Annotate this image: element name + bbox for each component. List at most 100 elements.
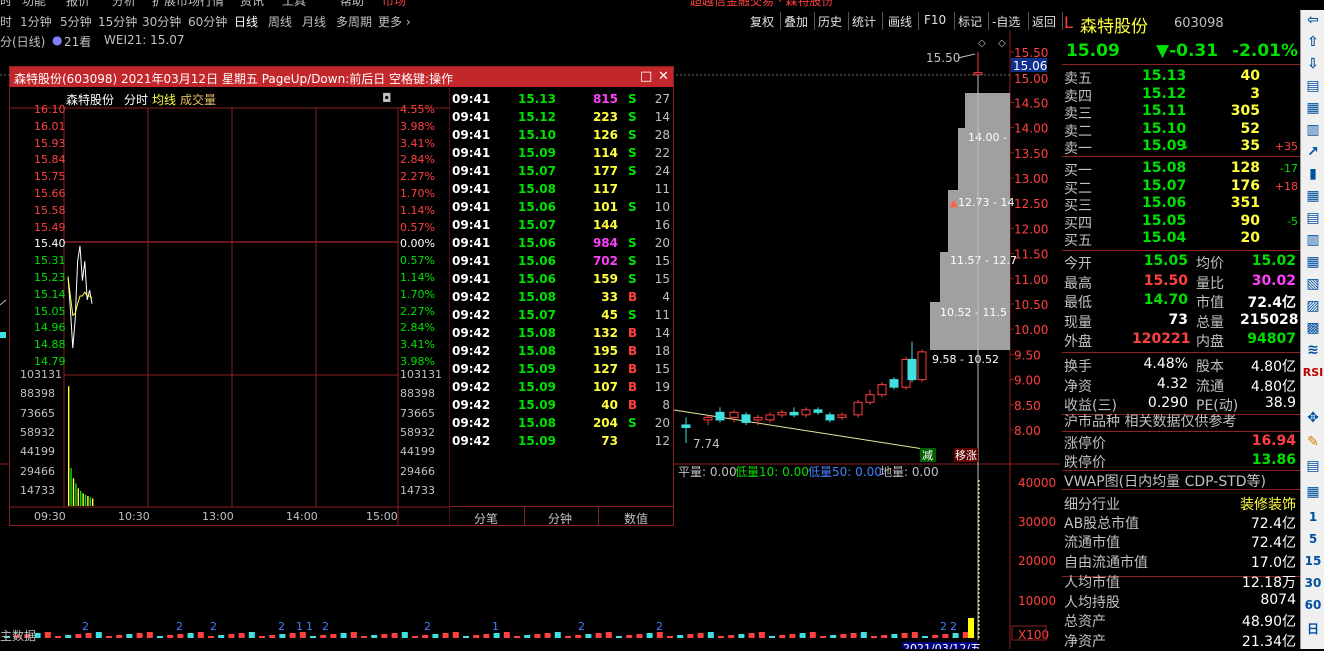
icon-sidebar: ⇦ ⇧ ⇩ ▤ ▦ ▥ ↗ ▮ ▦ ▤ ▥ ▦ ▧ ▨ ▩ ≋ RSI ✥ ✎ ▤ ▦ 1 5 15 30 60 日 [1300,10,1324,649]
period-shortcut[interactable]: 日 [1301,620,1324,637]
maximize-icon[interactable]: □ [640,69,652,84]
toolbar-button[interactable]: 复权 [750,13,774,30]
menu-item[interactable]: 帮助 [340,0,364,9]
period-tab[interactable]: 周线 [268,13,292,30]
tick-row[interactable]: 09:42 15.07 45 S 11 [450,306,673,324]
tick-row[interactable]: 09:42 15.08 33 B 4 [450,288,673,306]
period-tab[interactable]: 60分钟 [188,13,227,30]
period-tab[interactable]: 时 [0,13,12,30]
toolbar-icon[interactable]: ▦ [1301,100,1324,116]
period-tab[interactable]: 30分钟 [142,13,181,30]
period-shortcut[interactable]: 5 [1301,532,1324,546]
toolbar-button[interactable]: 历史 [818,13,842,30]
menu-item[interactable]: 超越信金融交易 · 森特股份 [690,0,833,9]
tick-row[interactable]: 09:41 15.08 117 11 [450,180,673,198]
tick-row[interactable]: 09:42 15.09 127 B 15 [450,360,673,378]
tick-list[interactable]: 09:41 15.13 815 S 27 09:41 15.12 223 S 14 09:41 15.… [450,88,673,506]
toolbar-icon[interactable]: ▤ [1301,210,1324,226]
period-tab[interactable]: 1分钟 [20,13,52,30]
toolbar-icon[interactable]: ▥ [1301,232,1324,248]
period-tab[interactable]: 5分钟 [60,13,92,30]
grid-icon[interactable]: ▦ [1301,484,1324,500]
period-shortcut[interactable]: 60 [1301,598,1324,612]
panel-divider [1062,250,1300,251]
menu-item[interactable]: 分析 [112,0,136,9]
period-tab[interactable]: 月线 [302,13,326,30]
intraday-chart[interactable] [10,67,450,525]
fund-value: 4.32 [1156,375,1188,392]
tab-shuzhi[interactable]: 数值 [624,510,648,527]
menu-item[interactable]: 工具 [282,0,306,9]
tick-time: 09:41 [452,92,491,106]
volume-axis-label: 44199 [20,445,55,459]
menu-item[interactable]: 资讯 [240,0,264,9]
toolbar-icon[interactable]: ▦ [1301,188,1324,204]
bid-delta: -5 [1287,214,1298,228]
toolbar-icon[interactable]: ⇩ [1301,56,1324,72]
tick-row[interactable]: 09:42 15.09 40 B 8 [450,396,673,414]
tick-row[interactable]: 09:42 15.08 132 B 14 [450,324,673,342]
tab-fenbi[interactable]: 分笔 [474,510,498,527]
toolbar-button[interactable]: 画线 [888,13,912,30]
menu-item[interactable]: 扩展市场行情 [152,0,224,9]
toolbar-button[interactable]: 标记 [958,13,982,30]
price-tick-label: 12.00 [1014,222,1048,236]
intraday-popup-window[interactable]: 森特股份(603098) 2021年03月12日 星期五 PageUp/Down… [9,66,674,526]
tick-row[interactable]: 09:41 15.09 114 S 22 [450,144,673,162]
toolbar-button[interactable]: F10 [924,13,946,27]
volume-bar [289,633,296,638]
period-tab[interactable]: 多周期 [336,13,372,30]
tick-row[interactable]: 09:42 15.09 107 B 19 [450,378,673,396]
toolbar-button[interactable]: 叠加 [784,13,808,30]
tick-row[interactable]: 09:41 15.06 159 S 15 [450,270,673,288]
move-icon[interactable]: ✥ [1301,410,1324,426]
stock-change: ▼-0.31 [1156,41,1219,61]
volume-bar [728,635,735,638]
period-tab[interactable]: 更多 › [378,13,411,30]
rsi-icon[interactable]: RSI [1301,366,1324,379]
toolbar-icon[interactable]: ▦ [1301,254,1324,270]
toolbar-icon[interactable]: ▨ [1301,298,1324,314]
tick-row[interactable]: 09:41 15.06 702 S 15 [450,252,673,270]
toolbar-icon[interactable]: ▥ [1301,122,1324,138]
menu-item[interactable]: 时 [0,0,12,9]
mktcap-value: 17.0亿 [1250,554,1296,571]
toolbar-button[interactable]: 统计 [852,13,876,30]
chart-icon[interactable]: ▤ [1301,458,1324,474]
period-shortcut[interactable]: 1 [1301,510,1324,524]
period-tab[interactable]: 日线 [234,13,258,30]
tick-row[interactable]: 09:42 15.08 195 B 18 [450,342,673,360]
menu-item[interactable]: 功能 [22,0,46,9]
close-icon[interactable]: ✕ [658,69,669,84]
tick-row[interactable]: 09:41 15.10 126 S 28 [450,126,673,144]
menu-item[interactable]: 报价 [66,0,90,9]
volume-bar [585,634,592,638]
tick-row[interactable]: 09:41 15.06 101 S 10 [450,198,673,216]
tick-row[interactable]: 09:41 15.13 815 S 27 [450,90,673,108]
toolbar-icon[interactable]: ▧ [1301,276,1324,292]
toolbar-button[interactable]: 返回 [1032,13,1056,30]
bottom-count: 1 [492,620,499,633]
toolbar-icon[interactable]: ⇧ [1301,34,1324,50]
period-tab[interactable]: 15分钟 [98,13,137,30]
tick-row[interactable]: 09:42 15.09 73 12 [450,432,673,450]
toolbar-icon[interactable]: ▤ [1301,78,1324,94]
tick-count: 11 [654,182,670,196]
toolbar-button[interactable]: -自选 [992,13,1020,30]
toolbar-icon[interactable]: ≋ [1301,342,1324,358]
toolbar-icon[interactable]: ↗ [1301,144,1324,160]
tab-fenzhong[interactable]: 分钟 [548,510,572,527]
pencil-icon[interactable]: ✎ [1301,434,1324,450]
toolbar-icon[interactable]: ⇦ [1301,12,1324,28]
vwap-link[interactable]: VWAP图(日内均量 CDP-STD等) [1064,471,1266,491]
tick-row[interactable]: 09:42 15.08 204 S 20 [450,414,673,432]
period-shortcut[interactable]: 15 [1301,554,1324,568]
tick-row[interactable]: 09:41 15.07 177 S 24 [450,162,673,180]
toolbar-icon[interactable]: ▮ [1301,166,1324,182]
tick-row[interactable]: 09:41 15.07 144 16 [450,216,673,234]
tick-row[interactable]: 09:41 15.06 984 S 20 [450,234,673,252]
tick-row[interactable]: 09:41 15.12 223 S 14 [450,108,673,126]
menu-item[interactable]: 市场 [382,0,406,9]
toolbar-icon[interactable]: ▩ [1301,320,1324,336]
period-shortcut[interactable]: 30 [1301,576,1324,590]
